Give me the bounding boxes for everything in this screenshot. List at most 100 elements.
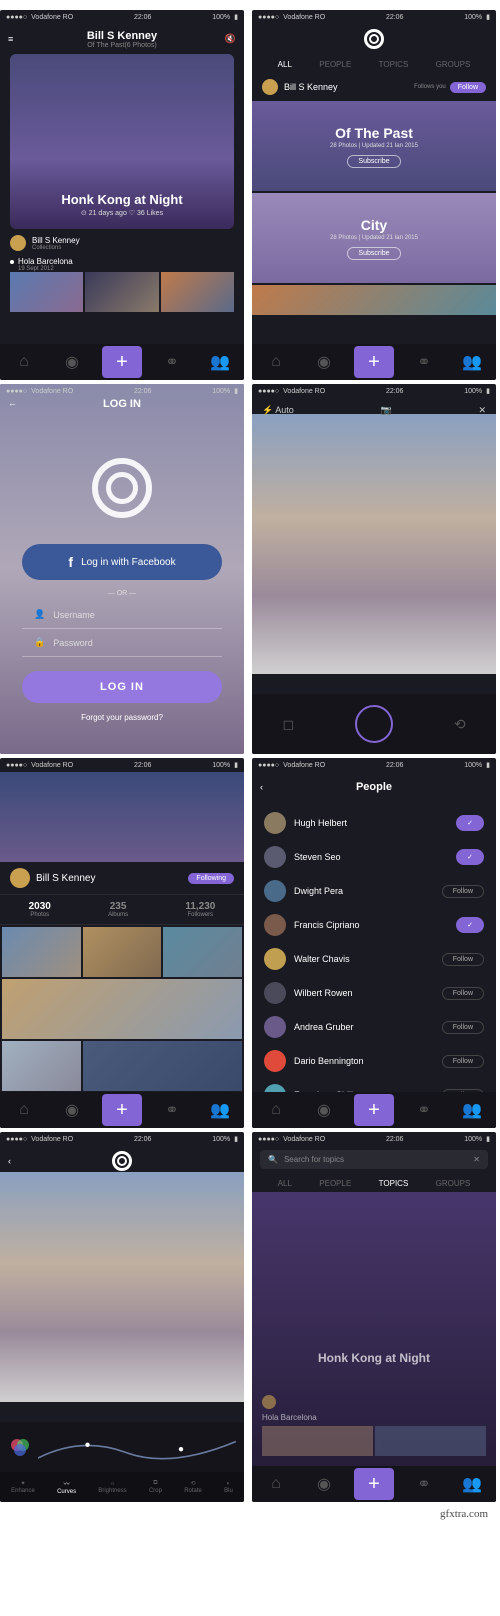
- follow-button[interactable]: Follow: [442, 1021, 484, 1034]
- collection-author[interactable]: Bill S Kenney Collections: [0, 229, 244, 257]
- banner-meta: 28 Photos | Updated 21 Ian 2015: [330, 143, 418, 149]
- tab-people[interactable]: PEOPLE: [319, 60, 351, 69]
- tab-discover[interactable]: ⚭: [154, 344, 190, 380]
- photo-thumb[interactable]: [83, 1041, 242, 1091]
- photo-thumb[interactable]: [2, 979, 242, 1039]
- follow-button[interactable]: Follow: [442, 953, 484, 966]
- facebook-login-button[interactable]: fLog in with Facebook: [22, 544, 222, 580]
- tab-home[interactable]: ⌂: [258, 1092, 294, 1128]
- tab-add[interactable]: +: [354, 1468, 394, 1500]
- following-button[interactable]: ✓: [456, 815, 484, 831]
- person-row[interactable]: Wilbert RowenFollow: [252, 976, 496, 1010]
- tab-eye[interactable]: ◉: [54, 344, 90, 380]
- forgot-password-link[interactable]: Forgot your password?: [81, 713, 163, 722]
- tab-add[interactable]: +: [354, 1094, 394, 1126]
- tab-eye[interactable]: ◉: [306, 1466, 342, 1502]
- tab-eye[interactable]: ◉: [306, 344, 342, 380]
- tab-add[interactable]: +: [102, 1094, 142, 1126]
- person-row[interactable]: Dwight PeraFollow: [252, 874, 496, 908]
- tab-discover[interactable]: ⚭: [406, 1092, 442, 1128]
- shutter-button[interactable]: [355, 705, 393, 743]
- tool-blur[interactable]: ◐Blu: [224, 1481, 233, 1494]
- stat-albums[interactable]: 235Albums: [108, 901, 128, 918]
- thumbnail[interactable]: [10, 272, 83, 312]
- tab-groups[interactable]: GROUPS: [436, 60, 471, 69]
- topic-banner[interactable]: City 28 Photos | Updated 21 Ian 2015 Sub…: [252, 193, 496, 283]
- channels-icon[interactable]: [8, 1435, 32, 1459]
- tab-add[interactable]: +: [354, 346, 394, 378]
- photo-thumb[interactable]: [163, 927, 242, 977]
- page-title: Bill S Kenney: [87, 30, 157, 42]
- following-button[interactable]: ✓: [456, 849, 484, 865]
- user-row[interactable]: Bill S Kenney Follows youFollow: [252, 75, 496, 99]
- tab-topics[interactable]: TOPICS: [379, 1179, 409, 1188]
- curves-panel: [0, 1422, 244, 1472]
- subscribe-button[interactable]: Subscribe: [347, 247, 400, 260]
- thumbnail[interactable]: [85, 272, 158, 312]
- tab-discover[interactable]: ⚭: [406, 344, 442, 380]
- switch-camera-icon[interactable]: ⟲: [454, 716, 466, 733]
- tab-home[interactable]: ⌂: [6, 344, 42, 380]
- tab-all[interactable]: ALL: [278, 60, 292, 69]
- flash-toggle[interactable]: ⚡ Auto: [262, 405, 294, 416]
- thumbnail[interactable]: [161, 272, 234, 312]
- sound-icon[interactable]: 🔇: [225, 34, 236, 45]
- tab-topics[interactable]: TOPICS: [379, 60, 409, 69]
- lock-icon: 🔒: [34, 637, 45, 648]
- collection-item[interactable]: Hola Barcelona: [18, 257, 73, 266]
- stat-followers[interactable]: 11,230Followers: [185, 901, 215, 918]
- tab-people[interactable]: 👥: [202, 344, 238, 380]
- tab-people[interactable]: 👥: [454, 1466, 490, 1502]
- curve-graph[interactable]: [38, 1425, 236, 1469]
- subscribe-button[interactable]: Subscribe: [347, 155, 400, 168]
- following-button[interactable]: Following: [188, 873, 234, 884]
- person-row[interactable]: Francis Cipriano✓: [252, 908, 496, 942]
- gallery-icon[interactable]: ◻: [282, 716, 294, 733]
- tab-discover[interactable]: ⚭: [154, 1092, 190, 1128]
- tab-people[interactable]: 👥: [202, 1092, 238, 1128]
- tab-eye[interactable]: ◉: [306, 1092, 342, 1128]
- tab-people[interactable]: 👥: [454, 344, 490, 380]
- stat-photos[interactable]: 2030Photos: [29, 901, 51, 918]
- tab-eye[interactable]: ◉: [54, 1092, 90, 1128]
- camera-icon[interactable]: 📷: [380, 405, 391, 416]
- username-field[interactable]: 👤Username: [22, 601, 222, 629]
- tool-curves[interactable]: 〰Curves: [57, 1479, 76, 1495]
- close-icon[interactable]: ✕: [478, 405, 486, 416]
- tool-rotate[interactable]: ⟲Rotate: [184, 1480, 202, 1494]
- tab-all[interactable]: ALL: [278, 1179, 292, 1188]
- password-field[interactable]: 🔒Password: [22, 629, 222, 657]
- tab-people[interactable]: PEOPLE: [319, 1179, 351, 1188]
- person-row[interactable]: Steven Seo✓: [252, 840, 496, 874]
- clear-icon[interactable]: ✕: [473, 1155, 480, 1164]
- photo-thumb[interactable]: [2, 927, 81, 977]
- follow-button[interactable]: Follow: [442, 885, 484, 898]
- search-input[interactable]: 🔍Search for topics✕: [260, 1150, 488, 1169]
- following-button[interactable]: ✓: [456, 917, 484, 933]
- follow-button[interactable]: Follow: [442, 1055, 484, 1068]
- tab-home[interactable]: ⌂: [6, 1092, 42, 1128]
- tool-enhance[interactable]: ✦Enhance: [11, 1480, 35, 1494]
- photo-thumb[interactable]: [83, 927, 162, 977]
- tab-add[interactable]: +: [102, 346, 142, 378]
- tool-crop[interactable]: ⧉Crop: [149, 1480, 162, 1494]
- topic-banner[interactable]: Of The Past 28 Photos | Updated 21 Ian 2…: [252, 101, 496, 191]
- person-row[interactable]: Dario BenningtonFollow: [252, 1044, 496, 1078]
- tool-brightness[interactable]: ☼Brightness: [98, 1481, 126, 1494]
- tab-home[interactable]: ⌂: [258, 344, 294, 380]
- tab-home[interactable]: ⌂: [258, 1466, 294, 1502]
- tab-discover[interactable]: ⚭: [406, 1466, 442, 1502]
- follow-button[interactable]: Follow: [442, 987, 484, 1000]
- person-row[interactable]: Andrea GruberFollow: [252, 1010, 496, 1044]
- photo-thumb[interactable]: [2, 1041, 81, 1091]
- back-icon[interactable]: ‹: [8, 1156, 11, 1166]
- tab-groups[interactable]: GROUPS: [436, 1179, 471, 1188]
- photo-card[interactable]: Honk Kong at Night ⊙ 21 days ago ♡ 36 Li…: [10, 54, 234, 229]
- login-button[interactable]: LOG IN: [22, 671, 222, 703]
- person-row[interactable]: Hugh Helbert✓: [252, 806, 496, 840]
- back-icon[interactable]: ‹: [260, 782, 263, 792]
- tab-people[interactable]: 👥: [454, 1092, 490, 1128]
- person-row[interactable]: Walter ChavisFollow: [252, 942, 496, 976]
- menu-icon[interactable]: ≡: [8, 34, 13, 44]
- follow-button[interactable]: Follow: [450, 82, 486, 93]
